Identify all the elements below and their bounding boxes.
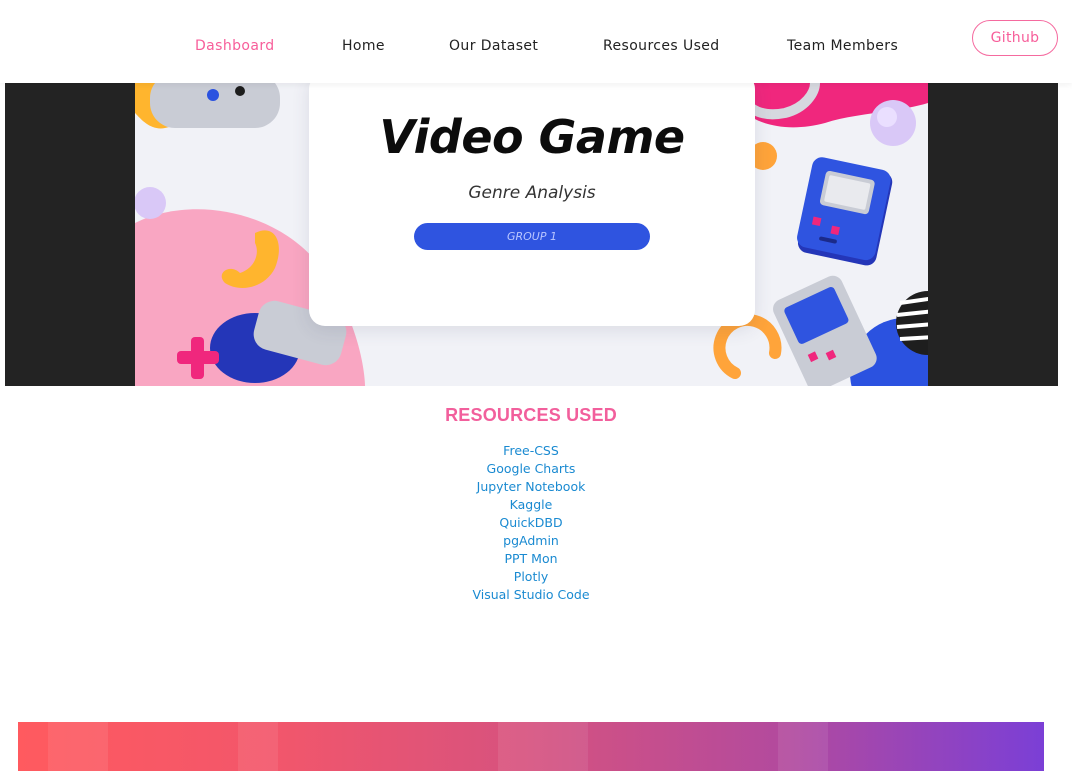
nav-our-dataset[interactable]: Our Dataset <box>449 38 538 54</box>
list-item: Kaggle <box>0 496 1062 514</box>
footer-banner <box>18 722 1044 771</box>
list-item: Visual Studio Code <box>0 586 1062 604</box>
github-button[interactable]: Github <box>972 20 1058 56</box>
hero-group-pill: GROUP 1 <box>414 223 650 250</box>
navbar: Dashboard Home Our Dataset Resources Use… <box>0 0 1072 83</box>
resource-link-kaggle[interactable]: Kaggle <box>510 497 553 512</box>
list-item: pgAdmin <box>0 532 1062 550</box>
list-item: Google Charts <box>0 460 1062 478</box>
resources-heading: RESOURCES USED <box>445 405 617 425</box>
footer-decoration <box>498 722 588 771</box>
list-item: Jupyter Notebook <box>0 478 1062 496</box>
resource-link-pgadmin[interactable]: pgAdmin <box>503 533 559 548</box>
hero-subtitle: Genre Analysis <box>468 183 596 203</box>
hero-section: Video Game Genre Analysis GROUP 1 <box>5 83 1058 386</box>
list-item: Plotly <box>0 568 1062 586</box>
hero-title: Video Game <box>379 110 685 164</box>
resource-link-google-charts[interactable]: Google Charts <box>487 461 576 476</box>
footer-decoration <box>238 722 278 771</box>
footer-decoration <box>48 722 108 771</box>
hero-title-card: Video Game Genre Analysis GROUP 1 <box>309 83 755 326</box>
nav-home[interactable]: Home <box>342 38 385 54</box>
resource-link-quickdbd[interactable]: QuickDBD <box>499 515 562 530</box>
hero-slide-image: Video Game Genre Analysis GROUP 1 <box>135 83 928 386</box>
resource-link-visual-studio-code[interactable]: Visual Studio Code <box>472 587 589 602</box>
list-item: Free-CSS <box>0 442 1062 460</box>
resources-list: Free-CSS Google Charts Jupyter Notebook … <box>0 442 1062 604</box>
footer-decoration <box>778 722 828 771</box>
nav-team-members[interactable]: Team Members <box>787 38 898 54</box>
resource-link-jupyter-notebook[interactable]: Jupyter Notebook <box>477 479 586 494</box>
resource-link-plotly[interactable]: Plotly <box>514 569 548 584</box>
list-item: QuickDBD <box>0 514 1062 532</box>
list-item: PPT Mon <box>0 550 1062 568</box>
resource-link-free-css[interactable]: Free-CSS <box>503 443 559 458</box>
nav-dashboard[interactable]: Dashboard <box>195 38 275 54</box>
resource-link-ppt-mon[interactable]: PPT Mon <box>504 551 557 566</box>
nav-resources-used[interactable]: Resources Used <box>603 38 720 54</box>
